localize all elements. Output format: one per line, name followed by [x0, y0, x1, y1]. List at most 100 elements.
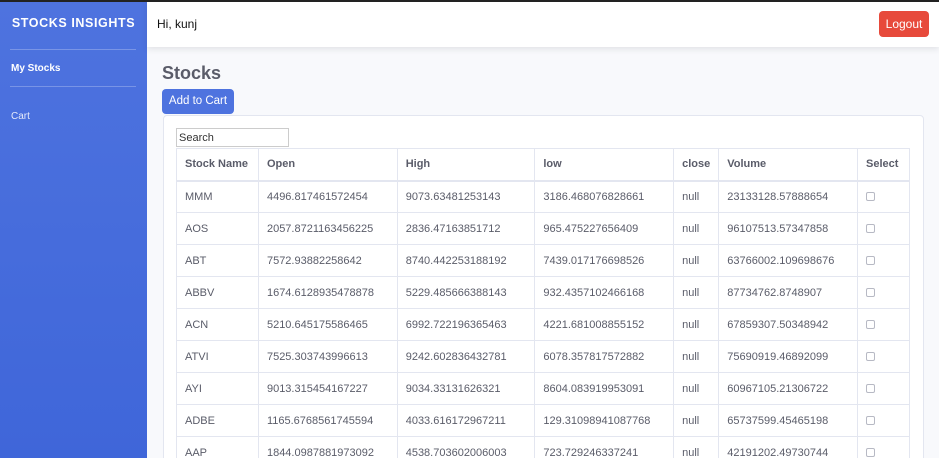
cell-volume: 42191202.49730744: [718, 436, 858, 458]
cell-high: 9242.602836432781: [396, 340, 536, 373]
select-checkbox[interactable]: [866, 352, 875, 362]
table-row: AYI 9013.315454167227 9034.33131626321 8…: [176, 372, 910, 405]
cell-volume: 60967105.21306722: [718, 372, 858, 405]
table-row: ADBE 1165.6768561745594 4033.61617296721…: [176, 404, 910, 437]
brand-title[interactable]: STOCKS INSIGHTS: [0, 16, 147, 30]
add-to-cart-button[interactable]: Add to Cart: [162, 89, 234, 114]
select-checkbox[interactable]: [866, 288, 875, 298]
cell-volume: 75690919.46892099: [718, 340, 858, 373]
cell-select: [857, 180, 910, 213]
select-checkbox[interactable]: [866, 224, 875, 234]
cell-low: 129.31098941087768: [534, 404, 675, 437]
select-checkbox[interactable]: [866, 320, 875, 330]
cell-low: 723.729246337241: [534, 436, 675, 458]
cell-close: null: [673, 212, 720, 245]
cell-volume: 67859307.50348942: [718, 308, 858, 341]
cell-stock-name: ABBV: [176, 276, 259, 309]
sidebar-item-cart[interactable]: Cart: [11, 111, 30, 122]
cell-open: 7525.303743996613: [257, 340, 398, 373]
cell-high: 9073.63481253143: [396, 180, 536, 213]
cell-close: null: [673, 436, 720, 458]
cell-stock-name: AYI: [176, 372, 259, 405]
column-header-select: Select: [857, 148, 910, 182]
cell-high: 8740.442253188192: [396, 244, 536, 277]
sidebar-divider: [10, 49, 136, 50]
cell-close: null: [673, 404, 720, 437]
cell-open: 1674.6128935478878: [257, 276, 398, 309]
cell-open: 2057.8721163456225: [257, 212, 398, 245]
cell-high: 4033.616172967211: [396, 404, 536, 437]
sidebar-divider: [10, 86, 136, 87]
cell-close: null: [673, 244, 720, 277]
cell-low: 6078.357817572882: [534, 340, 675, 373]
cell-high: 2836.47163851712: [396, 212, 536, 245]
cell-high: 6992.722196365463: [396, 308, 536, 341]
select-checkbox[interactable]: [866, 416, 875, 426]
cell-select: [857, 404, 910, 437]
cell-open: 1844.0987881973092: [257, 436, 398, 458]
cell-high: 5229.485666388143: [396, 276, 536, 309]
cell-volume: 23133128.57888654: [718, 180, 858, 213]
cell-stock-name: MMM: [176, 180, 259, 213]
page-title: Stocks: [162, 63, 222, 83]
cell-volume: 96107513.57347858: [718, 212, 858, 245]
cell-volume: 65737599.45465198: [718, 404, 858, 437]
stocks-table: Stock Name Open High low close Volume Se…: [176, 148, 910, 458]
select-checkbox[interactable]: [866, 384, 875, 394]
cell-volume: 63766002.109698676: [718, 244, 858, 277]
cell-stock-name: ABT: [176, 244, 259, 277]
sidebar: STOCKS INSIGHTS My Stocks Cart: [0, 0, 147, 458]
column-header-volume[interactable]: Volume: [718, 148, 858, 182]
cell-stock-name: ACN: [176, 308, 259, 341]
table-row: ATVI 7525.303743996613 9242.602836432781…: [176, 340, 910, 373]
cell-close: null: [673, 180, 720, 213]
cell-open: 5210.645175586465: [257, 308, 398, 341]
table-row: AAP 1844.0987881973092 4538.703602006003…: [176, 436, 910, 458]
cell-stock-name: AAP: [176, 436, 259, 458]
cell-select: [857, 244, 910, 277]
table-row: AOS 2057.8721163456225 2836.47163851712 …: [176, 212, 910, 245]
cell-volume: 87734762.8748907: [718, 276, 858, 309]
cell-select: [857, 340, 910, 373]
cell-low: 3186.468076828661: [534, 180, 675, 213]
table-row: ABBV 1674.6128935478878 5229.48566638814…: [176, 276, 910, 309]
topbar: Hi, kunj Logout: [147, 0, 939, 47]
cell-open: 7572.93882258642: [257, 244, 398, 277]
column-header-close[interactable]: close: [673, 148, 720, 182]
cell-stock-name: ADBE: [176, 404, 259, 437]
column-header-low[interactable]: low: [534, 148, 675, 182]
cell-stock-name: AOS: [176, 212, 259, 245]
cell-close: null: [673, 308, 720, 341]
select-checkbox[interactable]: [866, 448, 875, 458]
sidebar-item-my-stocks[interactable]: My Stocks: [11, 63, 60, 74]
cell-low: 4221.681008855152: [534, 308, 675, 341]
column-header-open[interactable]: Open: [257, 148, 398, 182]
user-greeting: Hi, kunj: [157, 17, 198, 31]
cell-select: [857, 308, 910, 341]
cell-close: null: [673, 276, 720, 309]
search-input[interactable]: [176, 128, 289, 147]
cell-low: 932.4357102466168: [534, 276, 675, 309]
table-row: ACN 5210.645175586465 6992.722196365463 …: [176, 308, 910, 341]
cell-high: 9034.33131626321: [396, 372, 536, 405]
cell-select: [857, 372, 910, 405]
select-checkbox[interactable]: [866, 256, 875, 266]
cell-close: null: [673, 372, 720, 405]
cell-select: [857, 212, 910, 245]
cell-select: [857, 436, 910, 458]
cell-open: 1165.6768561745594: [257, 404, 398, 437]
table-row: MMM 4496.817461572454 9073.63481253143 3…: [176, 180, 910, 213]
cell-close: null: [673, 340, 720, 373]
cell-low: 965.475227656409: [534, 212, 675, 245]
cell-low: 8604.083919953091: [534, 372, 675, 405]
cell-open: 9013.315454167227: [257, 372, 398, 405]
column-header-stock-name[interactable]: Stock Name: [176, 148, 259, 182]
cell-stock-name: ATVI: [176, 340, 259, 373]
table-header-row: Stock Name Open High low close Volume Se…: [176, 148, 910, 182]
cell-open: 4496.817461572454: [257, 180, 398, 213]
cell-low: 7439.017176698526: [534, 244, 675, 277]
select-checkbox[interactable]: [866, 192, 875, 202]
table-row: ABT 7572.93882258642 8740.442253188192 7…: [176, 244, 910, 277]
column-header-high[interactable]: High: [396, 148, 536, 182]
logout-button[interactable]: Logout: [879, 11, 929, 37]
